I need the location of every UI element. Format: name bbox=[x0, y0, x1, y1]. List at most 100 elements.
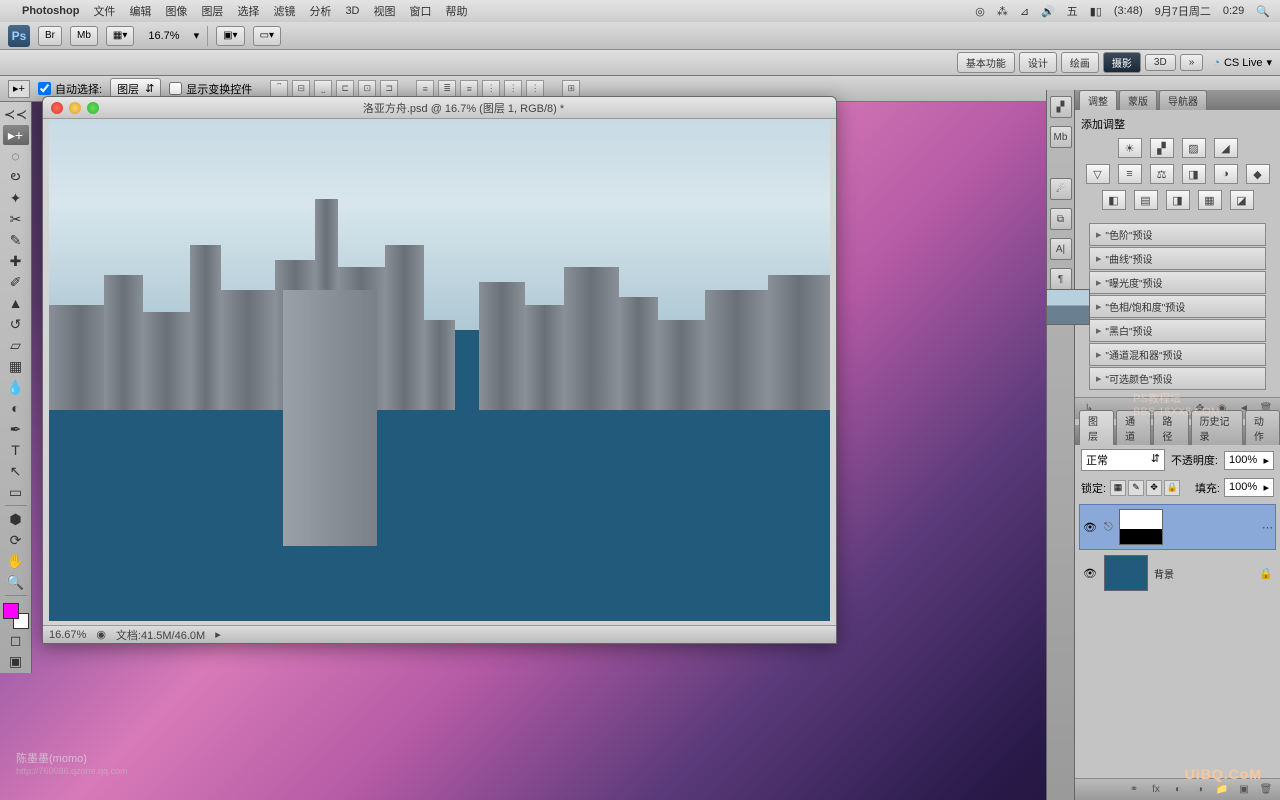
zoom-tool-icon[interactable]: 🔍 bbox=[3, 572, 29, 592]
workspace-design[interactable]: 设计 bbox=[1019, 52, 1057, 73]
arrange-button[interactable]: ▣▾ bbox=[216, 26, 244, 46]
zoom-chevron-icon[interactable]: ▾ bbox=[194, 29, 200, 42]
align-right-icon[interactable]: ⊐ bbox=[380, 80, 398, 98]
show-transform-checkbox[interactable]: 显示变换控件 bbox=[169, 81, 252, 97]
dist-vmid-icon[interactable]: ≣ bbox=[438, 80, 456, 98]
brush-preset-icon[interactable]: ☄ bbox=[1050, 178, 1072, 200]
histogram-icon[interactable]: ▞ bbox=[1050, 96, 1072, 118]
layer-thumb[interactable] bbox=[1104, 555, 1148, 591]
brush-tool-icon[interactable]: ✐ bbox=[3, 272, 29, 292]
minibridge-button[interactable]: Mb bbox=[70, 26, 98, 46]
clock[interactable]: 0:29 bbox=[1223, 5, 1244, 17]
layer-fx-icon[interactable]: fx bbox=[1148, 782, 1164, 798]
fg-color-swatch[interactable] bbox=[3, 603, 19, 619]
preset-exposure[interactable]: "曝光度"预设 bbox=[1089, 271, 1266, 294]
layer-name[interactable]: 背景 bbox=[1154, 566, 1174, 581]
spotlight-icon[interactable]: 🔍 bbox=[1256, 5, 1270, 18]
more-icon[interactable]: ⋯ bbox=[1262, 521, 1273, 534]
layer-thumb[interactable] bbox=[1046, 289, 1090, 325]
file-size[interactable]: 文档:41.5M/46.0M bbox=[116, 627, 205, 643]
preset-hue[interactable]: "色相/饱和度"预设 bbox=[1089, 295, 1266, 318]
preset-curves[interactable]: "曲线"预设 bbox=[1089, 247, 1266, 270]
menu-filter[interactable]: 滤镜 bbox=[273, 3, 295, 19]
layer-mask-icon[interactable]: ◐ bbox=[1170, 782, 1186, 798]
blur-tool-icon[interactable]: 💧 bbox=[3, 377, 29, 397]
minimize-icon[interactable] bbox=[69, 102, 81, 114]
selectivecolor-icon[interactable]: ◪ bbox=[1230, 190, 1254, 210]
menu-window[interactable]: 窗口 bbox=[410, 3, 432, 19]
crop-tool-icon[interactable]: ✂ bbox=[3, 209, 29, 229]
wifi-icon[interactable]: ⊿ bbox=[1020, 5, 1029, 18]
delete-layer-icon[interactable]: 🗑 bbox=[1258, 782, 1274, 798]
close-icon[interactable] bbox=[51, 102, 63, 114]
menu-3d[interactable]: 3D bbox=[345, 5, 359, 17]
workspace-painting[interactable]: 绘画 bbox=[1061, 52, 1099, 73]
pen-tool-icon[interactable]: ✒ bbox=[3, 419, 29, 439]
menu-help[interactable]: 帮助 bbox=[446, 3, 468, 19]
posterize-icon[interactable]: ▤ bbox=[1134, 190, 1158, 210]
workspace-photography[interactable]: 摄影 bbox=[1103, 52, 1141, 73]
photofilter-icon[interactable]: ◑ bbox=[1214, 164, 1238, 184]
wand-tool-icon[interactable]: ✦ bbox=[3, 188, 29, 208]
quickmask-icon[interactable]: ◻ bbox=[3, 630, 29, 650]
collapse-icon[interactable]: ≺≺ bbox=[3, 104, 29, 124]
channelmixer-icon[interactable]: ◆ bbox=[1246, 164, 1270, 184]
dist-bottom-icon[interactable]: ≡ bbox=[460, 80, 478, 98]
align-vmid-icon[interactable]: ⊟ bbox=[292, 80, 310, 98]
layer-row-1[interactable]: 👁 ⎋ ⋯ bbox=[1079, 504, 1276, 550]
visibility-icon[interactable]: 👁 bbox=[1082, 565, 1098, 581]
menu-image[interactable]: 图像 bbox=[165, 3, 187, 19]
lock-all-icon[interactable]: 🔒 bbox=[1164, 480, 1180, 496]
stamp-tool-icon[interactable]: ▲ bbox=[3, 293, 29, 313]
dodge-tool-icon[interactable]: ◐ bbox=[3, 398, 29, 418]
auto-align-icon[interactable]: ⊞ bbox=[562, 80, 580, 98]
sync-icon[interactable]: ◎ bbox=[975, 5, 985, 18]
visibility-icon[interactable]: 👁 bbox=[1082, 519, 1098, 535]
tab-adjustments[interactable]: 调整 bbox=[1079, 90, 1117, 110]
path-tool-icon[interactable]: ↖ bbox=[3, 461, 29, 481]
dots-icon[interactable]: ⁂ bbox=[997, 5, 1008, 18]
dist-left-icon[interactable]: ⋮ bbox=[482, 80, 500, 98]
marquee-tool-icon[interactable]: ◌ bbox=[3, 146, 29, 166]
active-tool-icon[interactable]: ▸+ bbox=[8, 80, 30, 98]
zoom-readout[interactable]: 16.7% bbox=[142, 30, 185, 42]
preset-levels[interactable]: "色阶"预设 bbox=[1089, 223, 1266, 246]
align-hmid-icon[interactable]: ⊡ bbox=[358, 80, 376, 98]
layer-row-bg[interactable]: 👁 背景 🔒 bbox=[1079, 550, 1276, 596]
workspace-essentials[interactable]: 基本功能 bbox=[957, 52, 1015, 73]
preset-channelmixer[interactable]: "通道混和器"预设 bbox=[1089, 343, 1266, 366]
minibridge-icon[interactable]: Mb bbox=[1050, 126, 1072, 148]
bw-icon[interactable]: ◨ bbox=[1182, 164, 1206, 184]
shape-tool-icon[interactable]: ▭ bbox=[3, 482, 29, 502]
hand-tool-icon[interactable]: ✋ bbox=[3, 551, 29, 571]
gradientmap-icon[interactable]: ▦ bbox=[1198, 190, 1222, 210]
battery-icon[interactable]: ▮▯ bbox=[1090, 5, 1102, 18]
3d-camera-tool-icon[interactable]: ⟳ bbox=[3, 530, 29, 550]
tab-actions[interactable]: 动作 bbox=[1245, 410, 1280, 445]
eraser-tool-icon[interactable]: ▱ bbox=[3, 335, 29, 355]
menu-file[interactable]: 文件 bbox=[93, 3, 115, 19]
menu-edit[interactable]: 编辑 bbox=[129, 3, 151, 19]
mask-thumb[interactable] bbox=[1119, 509, 1163, 545]
blend-mode-select[interactable]: 正常⇵ bbox=[1081, 449, 1165, 471]
lock-transparency-icon[interactable]: ▦ bbox=[1110, 480, 1126, 496]
colorbalance-icon[interactable]: ⚖ bbox=[1150, 164, 1174, 184]
zoom-value[interactable]: 16.67% bbox=[49, 629, 86, 641]
brightness-icon[interactable]: ☀ bbox=[1118, 138, 1142, 158]
healing-tool-icon[interactable]: ✚ bbox=[3, 251, 29, 271]
menu-view[interactable]: 视图 bbox=[374, 3, 396, 19]
dist-hmid-icon[interactable]: ⋮ bbox=[504, 80, 522, 98]
group-icon[interactable]: 📁 bbox=[1214, 782, 1230, 798]
tab-masks[interactable]: 蒙版 bbox=[1119, 90, 1157, 110]
color-swatch[interactable] bbox=[3, 603, 29, 629]
input-method[interactable]: 五 bbox=[1067, 3, 1078, 19]
move-tool-icon[interactable]: ▸+ bbox=[3, 125, 29, 145]
vibrance-icon[interactable]: ▽ bbox=[1086, 164, 1110, 184]
lock-position-icon[interactable]: ✥ bbox=[1146, 480, 1162, 496]
menu-layer[interactable]: 图层 bbox=[201, 3, 223, 19]
menu-analysis[interactable]: 分析 bbox=[309, 3, 331, 19]
clone-source-icon[interactable]: ⧉ bbox=[1050, 208, 1072, 230]
eyedropper-tool-icon[interactable]: ✎ bbox=[3, 230, 29, 250]
fill-input[interactable]: 100%▸ bbox=[1224, 478, 1274, 497]
align-left-icon[interactable]: ⊏ bbox=[336, 80, 354, 98]
